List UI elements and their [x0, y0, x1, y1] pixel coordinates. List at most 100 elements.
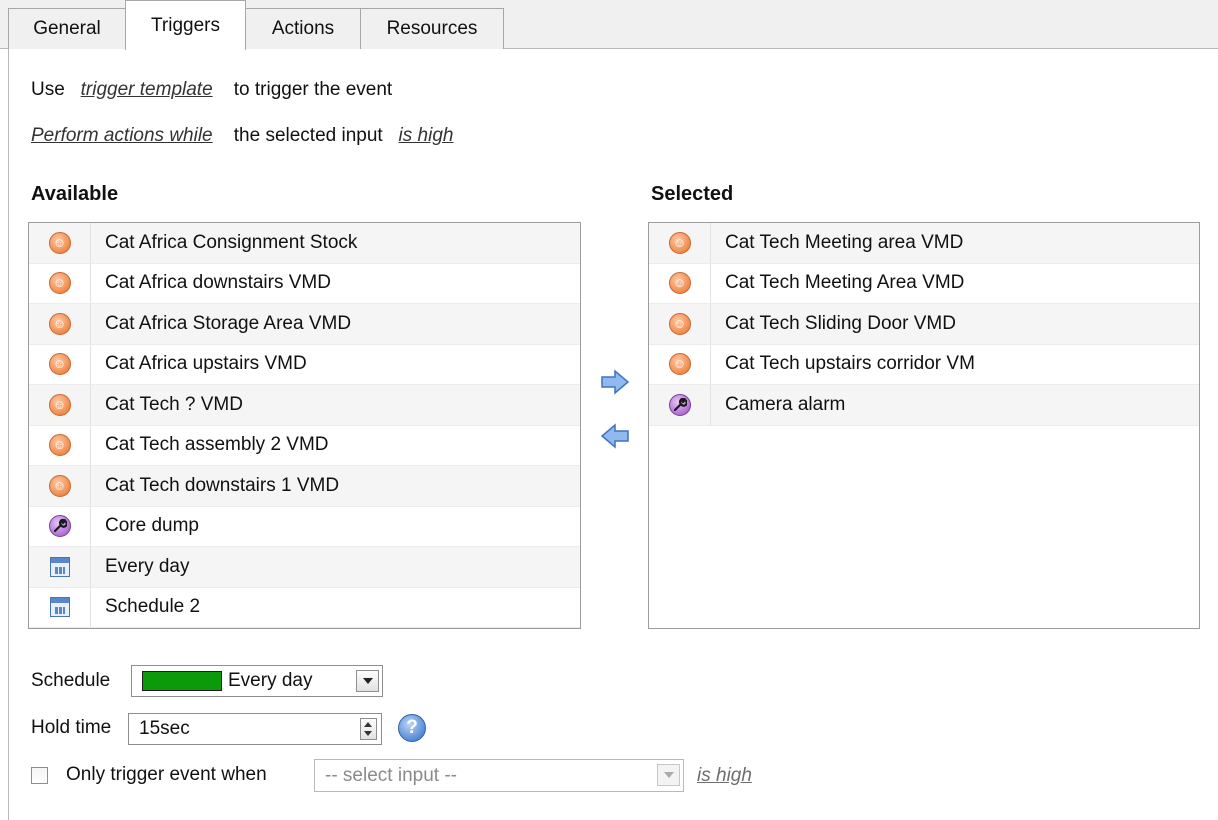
- schedule-label: Schedule: [31, 670, 111, 691]
- list-item-icon-cell: [649, 385, 711, 425]
- trigger-event-text: to trigger the event: [233, 79, 393, 100]
- only-trigger-checkbox[interactable]: [31, 767, 48, 784]
- list-item[interactable]: ☺ Cat Tech Sliding Door VMD: [649, 304, 1199, 345]
- add-to-selected-arrow-icon[interactable]: [600, 369, 630, 395]
- list-item-icon-cell: ☺: [29, 385, 91, 425]
- list-item[interactable]: ☺ Cat Africa downstairs VMD: [29, 263, 580, 304]
- list-item-icon-cell: ☺: [29, 263, 91, 303]
- wrench-alarm-icon: [668, 393, 691, 416]
- spinner-arrows-icon[interactable]: [360, 718, 377, 740]
- list-item[interactable]: Core dump: [29, 506, 580, 547]
- list-item-label: Cat Tech Sliding Door VMD: [725, 312, 956, 334]
- list-item[interactable]: Camera alarm: [649, 385, 1199, 426]
- motion-detection-icon: ☺: [48, 231, 71, 254]
- motion-detection-icon: ☺: [48, 312, 71, 335]
- motion-detection-icon: ☺: [48, 434, 71, 457]
- list-item-label: Cat Tech ? VMD: [105, 393, 243, 415]
- tab-strip: General Triggers Actions Resources: [0, 0, 1218, 50]
- list-item-icon-cell: ☺: [29, 344, 91, 384]
- perform-actions-link[interactable]: Perform actions while: [31, 125, 213, 146]
- tab-triggers[interactable]: Triggers: [125, 0, 246, 50]
- list-item[interactable]: ☺ Cat Tech assembly 2 VMD: [29, 425, 580, 466]
- available-list[interactable]: ☺ Cat Africa Consignment Stock ☺ Cat Africa…: [28, 222, 581, 629]
- list-item[interactable]: ☺ Cat Tech Meeting area VMD: [649, 223, 1199, 264]
- is-high-link[interactable]: is high: [399, 125, 454, 146]
- motion-detection-icon: ☺: [48, 272, 71, 295]
- trigger-template-sentence: Use trigger template to trigger the even…: [31, 79, 392, 101]
- chevron-down-icon[interactable]: [657, 764, 680, 786]
- calendar-icon: [49, 556, 70, 577]
- remove-from-selected-arrow-icon[interactable]: [600, 423, 630, 449]
- wrench-alarm-icon: [48, 515, 71, 538]
- schedule-color-swatch: [142, 671, 222, 691]
- motion-detection-icon: ☺: [48, 353, 71, 376]
- schedule-dropdown[interactable]: Every day: [131, 665, 383, 697]
- list-item[interactable]: ☺ Cat Tech upstairs corridor VM: [649, 344, 1199, 385]
- list-item[interactable]: ☺ Cat Tech downstairs 1 VMD: [29, 466, 580, 507]
- select-input-placeholder: -- select input --: [325, 764, 457, 786]
- trigger-template-link[interactable]: trigger template: [81, 79, 213, 100]
- tab-general[interactable]: General: [8, 8, 126, 49]
- list-item-label: Cat Tech assembly 2 VMD: [105, 434, 329, 456]
- panel-border: [8, 49, 9, 820]
- list-item-label: Cat Tech Meeting Area VMD: [725, 272, 965, 294]
- use-text: Use: [31, 79, 65, 100]
- list-item-icon-cell: ☺: [29, 223, 91, 263]
- list-item-icon-cell: [29, 587, 91, 627]
- list-item-icon-cell: ☺: [649, 304, 711, 344]
- list-item-icon-cell: ☺: [649, 344, 711, 384]
- list-item-label: Cat Africa upstairs VMD: [105, 353, 307, 375]
- tab-label: Resources: [386, 18, 478, 39]
- selected-input-text: the selected input: [233, 125, 383, 146]
- calendar-icon: [49, 597, 70, 618]
- perform-actions-sentence: Perform actions while the selected input…: [31, 125, 453, 147]
- list-item-icon-cell: ☺: [649, 263, 711, 303]
- list-item-label: Camera alarm: [725, 393, 846, 415]
- tab-actions[interactable]: Actions: [245, 8, 361, 49]
- list-item-label: Core dump: [105, 515, 199, 537]
- list-item[interactable]: Every day: [29, 547, 580, 588]
- chevron-down-icon[interactable]: [356, 670, 379, 692]
- list-item[interactable]: ☺ Cat Africa Storage Area VMD: [29, 304, 580, 345]
- list-item-icon-cell: [29, 506, 91, 546]
- list-item-label: Cat Tech Meeting area VMD: [725, 231, 964, 253]
- list-item-label: Cat Africa Consignment Stock: [105, 231, 358, 253]
- tab-label: General: [33, 18, 101, 39]
- only-trigger-is-high-link[interactable]: is high: [697, 765, 752, 787]
- list-item-label: Every day: [105, 555, 190, 577]
- hold-time-value: 15sec: [139, 718, 190, 739]
- motion-detection-icon: ☺: [668, 353, 691, 376]
- list-item-label: Cat Africa downstairs VMD: [105, 272, 331, 294]
- selected-heading: Selected: [651, 183, 734, 205]
- list-item-label: Cat Africa Storage Area VMD: [105, 312, 352, 334]
- list-item-icon-cell: [29, 547, 91, 587]
- motion-detection-icon: ☺: [48, 393, 71, 416]
- list-item-icon-cell: ☺: [649, 223, 711, 263]
- list-item[interactable]: ☺ Cat Tech Meeting Area VMD: [649, 263, 1199, 304]
- tab-label: Actions: [271, 18, 335, 39]
- list-item[interactable]: Schedule 2: [29, 587, 580, 628]
- list-item[interactable]: ☺ Cat Africa Consignment Stock: [29, 223, 580, 264]
- motion-detection-icon: ☺: [668, 231, 691, 254]
- motion-detection-icon: ☺: [48, 474, 71, 497]
- hold-time-spinner[interactable]: 15sec: [128, 713, 382, 745]
- hold-time-label: Hold time: [31, 717, 112, 738]
- tab-resources[interactable]: Resources: [360, 8, 504, 49]
- list-item-label: Schedule 2: [105, 596, 201, 618]
- tab-label: Triggers: [151, 14, 220, 36]
- list-item[interactable]: ☺ Cat Africa upstairs VMD: [29, 344, 580, 385]
- selected-list[interactable]: ☺ Cat Tech Meeting area VMD ☺ Cat Tech Meet…: [648, 222, 1200, 629]
- available-heading: Available: [31, 183, 119, 205]
- list-item-icon-cell: ☺: [29, 425, 91, 465]
- help-icon[interactable]: ?: [398, 714, 426, 742]
- only-trigger-label: Only trigger event when: [66, 764, 267, 785]
- list-item-icon-cell: ☺: [29, 304, 91, 344]
- list-item-icon-cell: ☺: [29, 466, 91, 506]
- list-item[interactable]: ☺ Cat Tech ? VMD: [29, 385, 580, 426]
- schedule-value: Every day: [228, 670, 313, 691]
- select-input-dropdown[interactable]: -- select input --: [314, 759, 684, 792]
- motion-detection-icon: ☺: [668, 272, 691, 295]
- list-item-label: Cat Tech upstairs corridor VM: [725, 353, 975, 375]
- list-item-label: Cat Tech downstairs 1 VMD: [105, 474, 340, 496]
- motion-detection-icon: ☺: [668, 312, 691, 335]
